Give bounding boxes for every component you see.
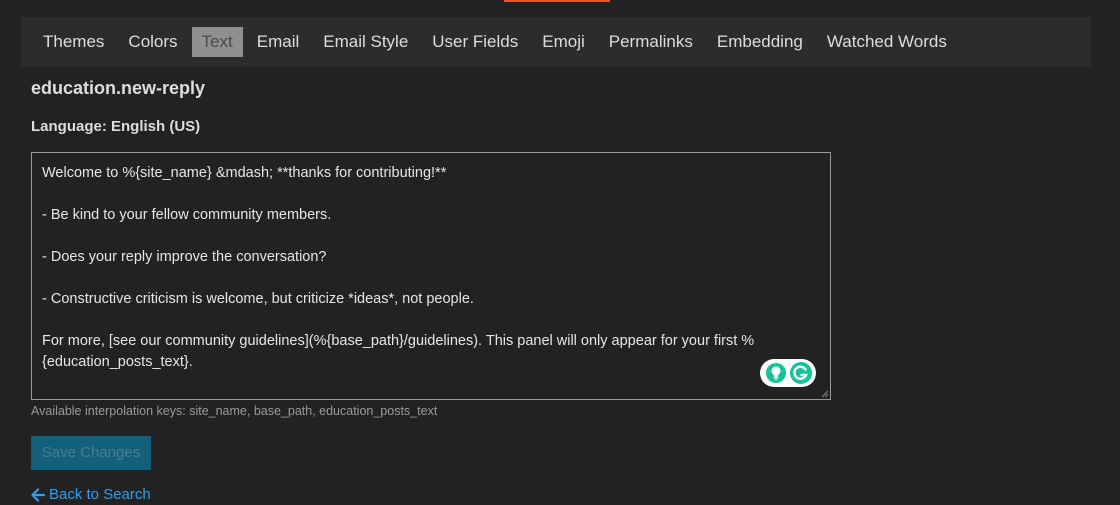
textarea-content[interactable]: Welcome to %{site_name} &mdash; **thanks…: [42, 163, 812, 373]
back-to-search-link[interactable]: Back to Search: [31, 486, 151, 503]
interpolation-keys-hint: Available interpolation keys: site_name,…: [31, 404, 438, 418]
admin-customize-nav: Themes Colors Text Email Email Style Use…: [21, 17, 1091, 67]
text-override-textarea[interactable]: Welcome to %{site_name} &mdash; **thanks…: [31, 152, 831, 400]
back-to-search-label[interactable]: Back to Search: [49, 486, 151, 503]
tab-emoji[interactable]: Emoji: [532, 27, 595, 57]
grammarly-widget[interactable]: [760, 359, 816, 387]
lightbulb-icon[interactable]: [766, 363, 786, 383]
tab-colors[interactable]: Colors: [118, 27, 187, 57]
save-changes-button[interactable]: Save Changes: [31, 436, 151, 470]
tab-user-fields[interactable]: User Fields: [422, 27, 528, 57]
tab-email-style[interactable]: Email Style: [313, 27, 418, 57]
tab-permalinks[interactable]: Permalinks: [599, 27, 703, 57]
tab-email[interactable]: Email: [247, 27, 310, 57]
tab-themes[interactable]: Themes: [33, 27, 114, 57]
grammarly-icon[interactable]: [790, 362, 812, 384]
page-title: education.new-reply: [31, 78, 206, 98]
tab-text[interactable]: Text: [191, 27, 243, 57]
arrow-left-icon: [31, 487, 45, 502]
header-accent-bar: [504, 0, 610, 2]
language-label: Language: English (US): [31, 118, 201, 135]
tab-embedding[interactable]: Embedding: [707, 27, 813, 57]
resize-handle-icon[interactable]: [821, 390, 829, 398]
tab-watched-words[interactable]: Watched Words: [817, 27, 957, 57]
